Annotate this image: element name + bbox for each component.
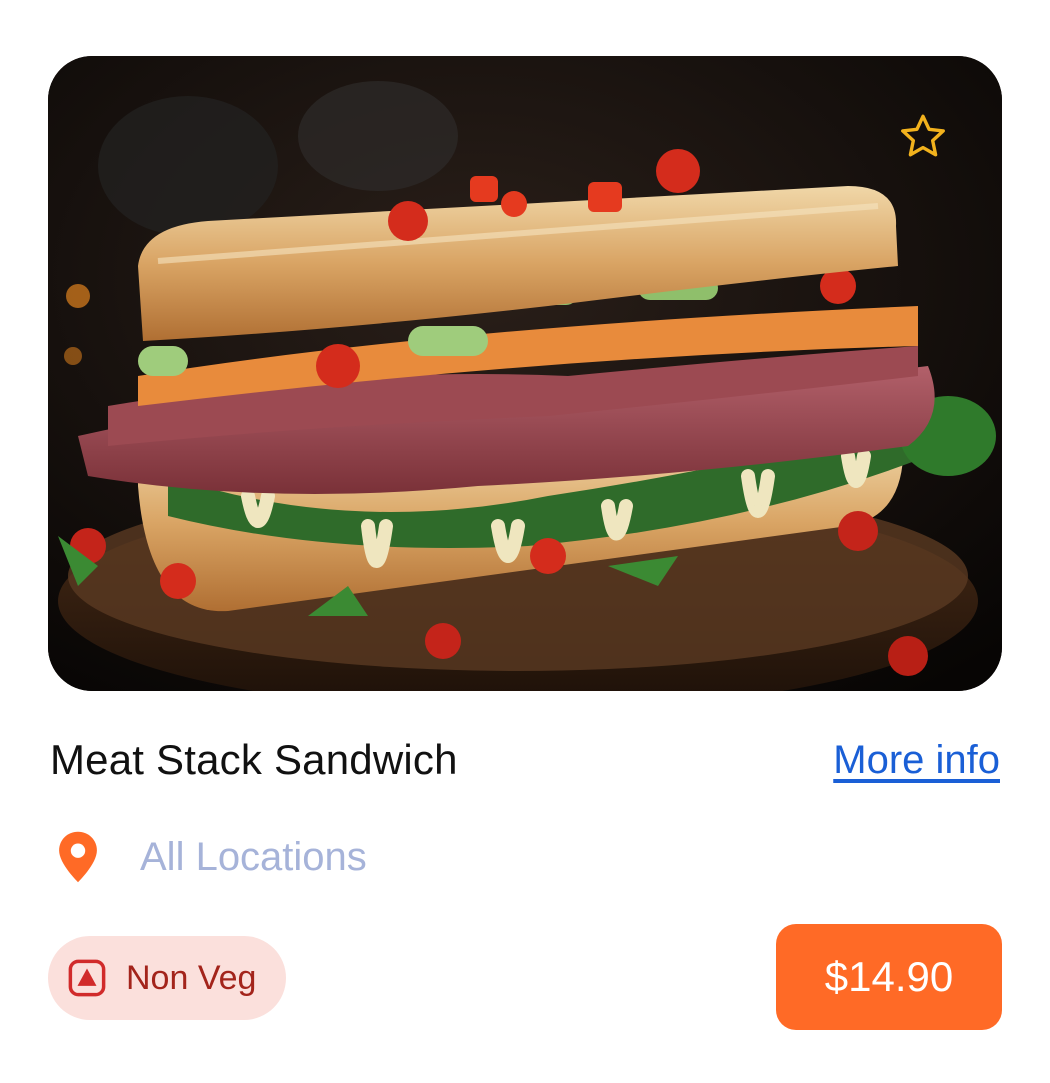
location-row: All Locations <box>56 830 367 884</box>
sandwich-photo <box>48 56 1002 691</box>
star-outline-icon <box>901 114 945 157</box>
diet-label: Non Veg <box>126 958 257 997</box>
price-button[interactable]: $14.90 <box>776 924 1002 1030</box>
favorite-button[interactable] <box>896 110 950 164</box>
location-label: All Locations <box>140 834 367 879</box>
product-image <box>48 56 1002 691</box>
diet-badge: Non Veg <box>48 936 287 1020</box>
map-pin-icon <box>59 831 97 883</box>
non-veg-triangle-icon <box>68 959 106 997</box>
more-info-link[interactable]: More info <box>833 738 1000 783</box>
product-name: Meat Stack Sandwich <box>50 736 458 783</box>
product-card: Meat Stack Sandwich More info All Locati… <box>0 0 1050 1083</box>
